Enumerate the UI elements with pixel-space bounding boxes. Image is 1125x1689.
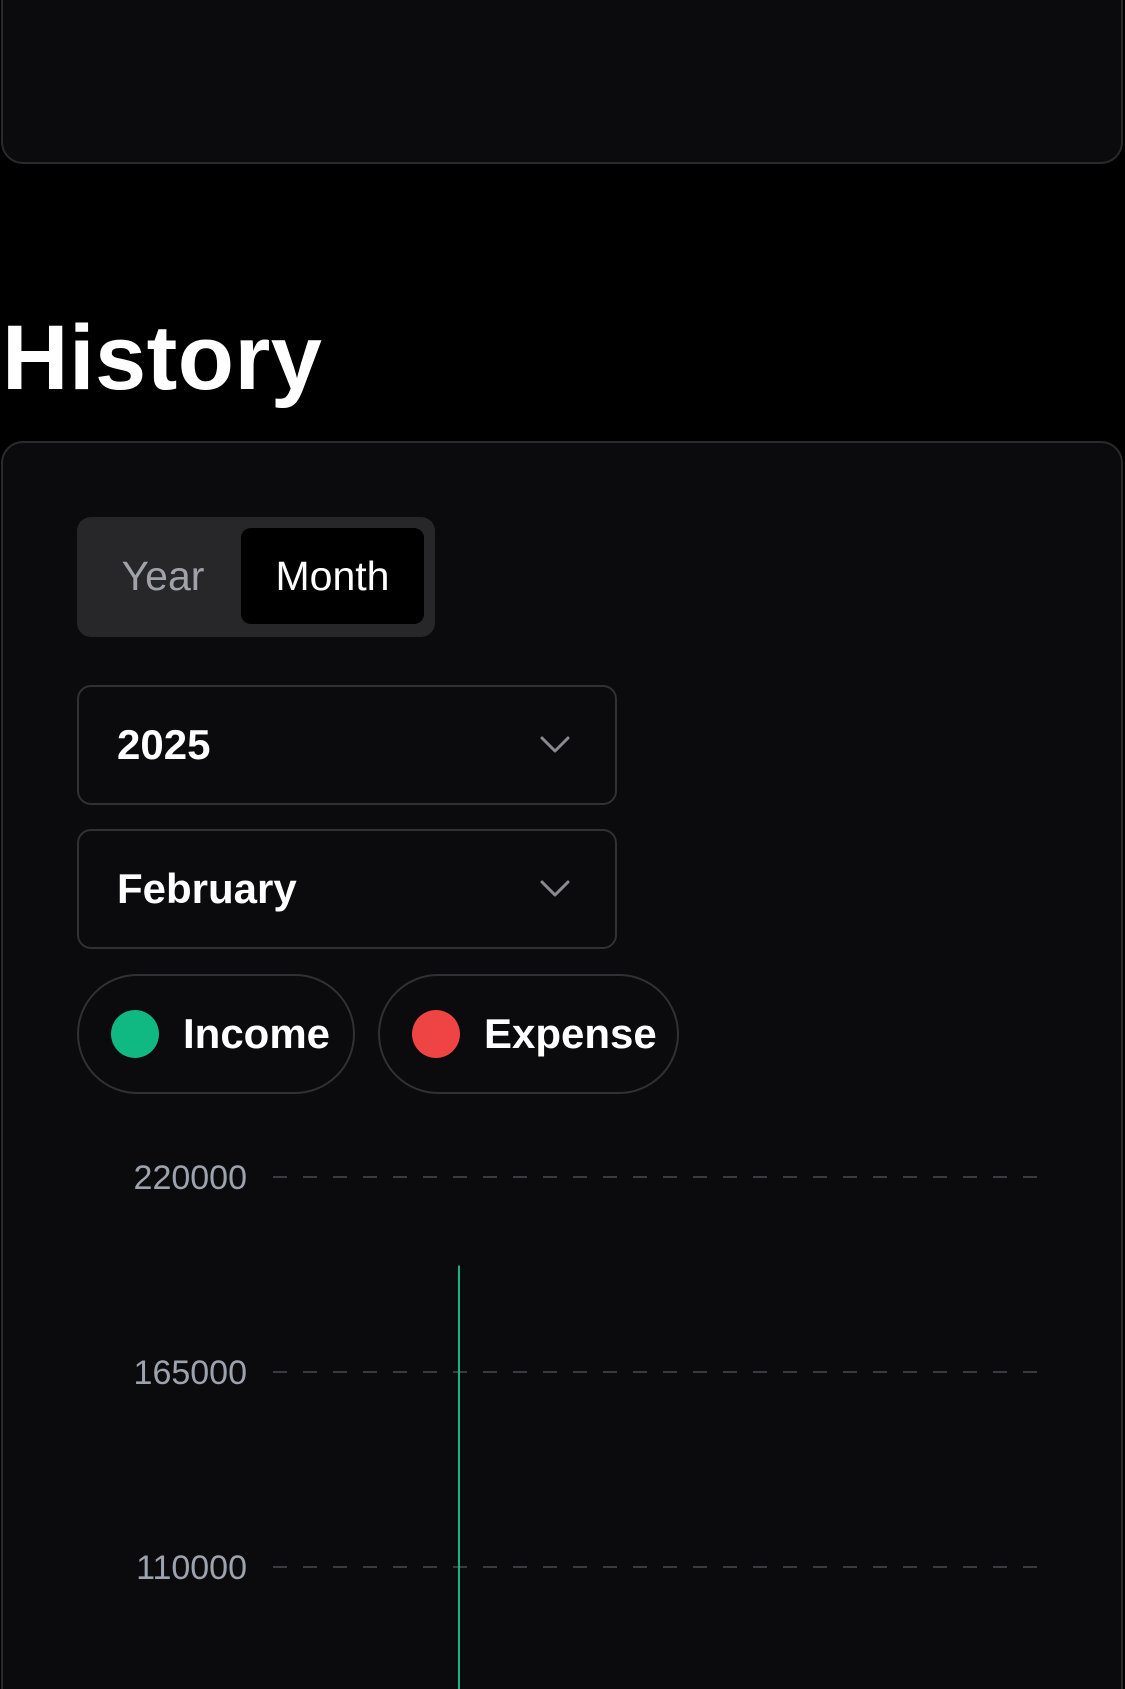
y-tick-label: 165000: [134, 1354, 247, 1392]
toggle-month-button[interactable]: Month: [241, 528, 424, 624]
section-title: History: [2, 307, 323, 409]
month-select[interactable]: February: [77, 829, 617, 949]
legend-expense-chip[interactable]: Expense: [378, 974, 679, 1094]
chevron-down-icon: [540, 880, 570, 897]
toggle-year-button[interactable]: Year: [89, 528, 237, 624]
income-dot-icon: [111, 1010, 159, 1058]
legend-income-label: Income: [183, 1010, 331, 1057]
year-select-value: 2025: [117, 721, 211, 768]
history-chart: 220000 165000 110000: [134, 1159, 1038, 1689]
summary-card: [1, 0, 1123, 164]
chevron-down-icon: [540, 736, 570, 753]
legend-expense-label: Expense: [484, 1010, 657, 1057]
expense-dot-icon: [412, 1010, 460, 1058]
year-select[interactable]: 2025: [77, 685, 617, 805]
y-tick-label: 220000: [134, 1159, 247, 1197]
month-select-value: February: [117, 865, 297, 912]
period-toggle: Year Month: [77, 517, 435, 637]
legend-income-chip[interactable]: Income: [77, 974, 355, 1094]
history-card: Year Month 2025 February Income Expense …: [1, 441, 1123, 1689]
page: History Year Month 2025 February Income …: [0, 0, 1125, 1689]
y-tick-label: 110000: [136, 1549, 247, 1587]
